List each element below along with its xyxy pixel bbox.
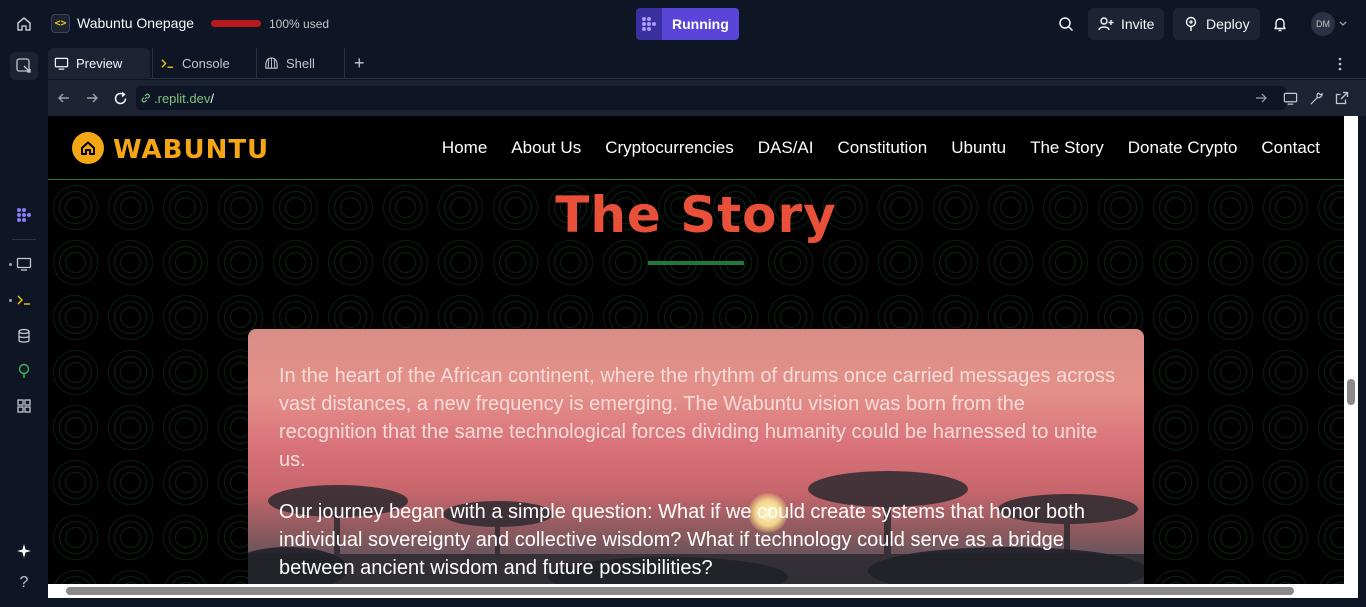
run-button[interactable]: Running xyxy=(636,8,739,40)
story-paragraph: In the heart of the African continent, w… xyxy=(279,365,1115,471)
url-bar: .replit.dev / xyxy=(48,80,1366,116)
left-sidebar: ? xyxy=(0,48,48,607)
tab-console[interactable]: Console xyxy=(154,48,256,79)
nav-link-donate-crypto[interactable]: Donate Crypto xyxy=(1128,138,1238,158)
add-tab-icon[interactable]: + xyxy=(348,48,372,79)
tab-label: Console xyxy=(182,56,230,71)
link-icon xyxy=(140,92,152,104)
file-tree-toggle-icon[interactable] xyxy=(10,52,38,80)
logo-text[interactable]: WABUNTU xyxy=(113,135,269,165)
back-arrow-icon[interactable] xyxy=(56,90,72,106)
replit-agent-icon[interactable] xyxy=(12,203,36,227)
terminal-icon xyxy=(160,56,175,71)
story-paragraph: Our journey began with a simple question… xyxy=(279,501,1085,579)
forward-arrow-icon[interactable] xyxy=(84,90,100,106)
open-external-icon[interactable] xyxy=(1334,90,1350,106)
terminal-icon[interactable] xyxy=(12,288,36,312)
app-title[interactable]: Wabuntu Onepage xyxy=(77,15,194,31)
avatar[interactable]: DM xyxy=(1311,12,1335,36)
database-icon[interactable] xyxy=(12,324,36,348)
deploy-icon[interactable] xyxy=(12,359,36,383)
nav-link-das-ai[interactable]: DAS/AI xyxy=(758,138,814,158)
url-input[interactable]: .replit.dev / xyxy=(136,86,1286,110)
tab-label: Preview xyxy=(76,56,123,71)
monitor-icon[interactable] xyxy=(12,252,36,276)
shell-icon xyxy=(264,56,279,71)
search-icon[interactable] xyxy=(1055,13,1077,35)
tab-bar: Preview Console Shell + xyxy=(48,48,1366,79)
site-nav-links: Home About Us Cryptocurrencies DAS/AI Co… xyxy=(442,116,1320,180)
reload-icon[interactable] xyxy=(112,90,128,106)
invite-label: Invite xyxy=(1121,16,1155,32)
deploy-icon xyxy=(1183,16,1199,32)
monitor-icon xyxy=(54,56,69,71)
invite-button[interactable]: Invite xyxy=(1088,8,1165,40)
bell-icon[interactable] xyxy=(1269,13,1291,35)
more-options-icon[interactable] xyxy=(1332,48,1352,79)
home-icon[interactable] xyxy=(12,12,36,36)
logo-home-icon[interactable] xyxy=(72,132,104,164)
tab-label: Shell xyxy=(286,56,315,71)
usage-text: 100% used xyxy=(269,17,330,31)
app-icon[interactable]: <> xyxy=(51,14,70,33)
chevron-down-icon[interactable] xyxy=(1338,17,1348,31)
section-title: The Story xyxy=(555,186,837,244)
devices-icon[interactable] xyxy=(1282,90,1298,106)
run-status-label: Running xyxy=(662,8,739,40)
add-user-icon xyxy=(1098,16,1114,32)
horizontal-scroll-thumb[interactable] xyxy=(66,587,1294,595)
all-tools-grid-icon[interactable] xyxy=(12,394,36,418)
deploy-label: Deploy xyxy=(1206,16,1250,32)
story-card: In the heart of the African continent, w… xyxy=(248,329,1144,584)
preview-viewport: WABUNTU Home About Us Cryptocurrencies D… xyxy=(48,116,1344,584)
tab-preview[interactable]: Preview xyxy=(48,48,150,79)
tab-shell[interactable]: Shell xyxy=(258,48,344,79)
help-icon[interactable]: ? xyxy=(12,571,36,595)
title-underline xyxy=(648,261,744,265)
nav-link-ubuntu[interactable]: Ubuntu xyxy=(951,138,1006,158)
nav-link-cryptocurrencies[interactable]: Cryptocurrencies xyxy=(605,138,734,158)
replit-logo-icon xyxy=(636,8,662,40)
go-arrow-icon[interactable] xyxy=(1254,91,1268,105)
url-domain: .replit.dev xyxy=(154,90,211,106)
nav-link-home[interactable]: Home xyxy=(442,138,487,158)
site-navbar: WABUNTU Home About Us Cryptocurrencies D… xyxy=(48,116,1344,180)
deploy-button[interactable]: Deploy xyxy=(1173,8,1260,40)
vertical-scroll-thumb[interactable] xyxy=(1347,379,1355,405)
vertical-scrollbar[interactable] xyxy=(1344,116,1358,584)
usage-bar xyxy=(211,20,261,27)
sparkle-icon[interactable] xyxy=(12,539,36,563)
nav-link-about-us[interactable]: About Us xyxy=(511,138,581,158)
top-bar: <> Wabuntu Onepage 100% used Running Inv… xyxy=(0,0,1366,48)
wrench-icon[interactable] xyxy=(1308,90,1324,106)
url-path: / xyxy=(210,90,214,106)
nav-link-contact[interactable]: Contact xyxy=(1261,138,1320,158)
nav-link-the-story[interactable]: The Story xyxy=(1030,138,1104,158)
nav-link-constitution[interactable]: Constitution xyxy=(837,138,927,158)
